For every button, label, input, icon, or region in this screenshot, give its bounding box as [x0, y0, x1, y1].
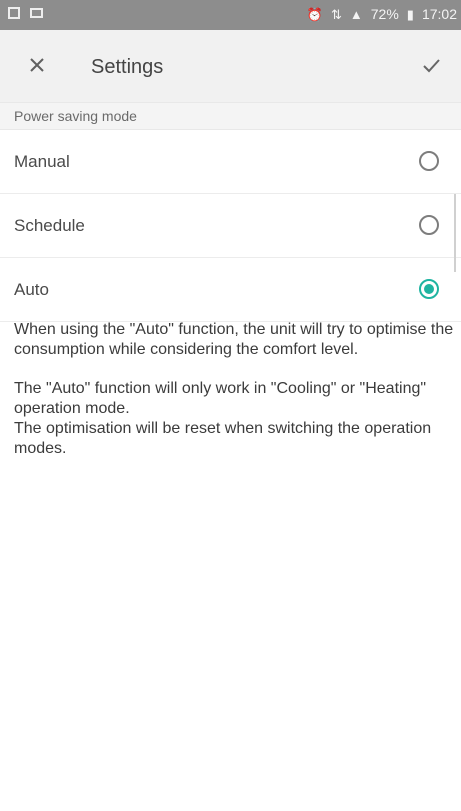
alarm-icon: ⏰	[306, 6, 323, 22]
status-bar: ⏰ ⇅ ▲ 72% ▮ 17:02	[0, 0, 461, 30]
mail-icon	[30, 8, 43, 18]
option-schedule[interactable]: Schedule	[0, 194, 461, 258]
radio-manual[interactable]	[419, 151, 439, 171]
description-paragraph-1: When using the "Auto" function, the unit…	[14, 321, 454, 358]
power-saving-options: Manual Schedule Auto	[0, 130, 461, 322]
check-icon[interactable]	[419, 53, 443, 77]
radio-auto[interactable]	[419, 279, 439, 299]
section-title: Power saving mode	[0, 102, 461, 130]
scroll-indicator	[454, 194, 456, 272]
option-manual-label: Manual	[14, 152, 70, 171]
description-paragraph-2: The "Auto" function will only work in "C…	[14, 379, 460, 459]
page-title: Settings	[91, 56, 164, 78]
radio-schedule[interactable]	[419, 215, 439, 235]
description-paragraph-2-line-1: The "Auto" function will only work in "C…	[14, 380, 427, 417]
option-auto-label: Auto	[14, 280, 49, 299]
battery-icon: ▮	[406, 6, 414, 22]
status-left-icons	[8, 7, 43, 19]
image-icon	[8, 7, 20, 19]
description: When using the "Auto" function, the unit…	[14, 320, 460, 459]
description-paragraph-2-line-2: The optimisation will be reset when swit…	[14, 420, 432, 457]
option-auto[interactable]: Auto	[0, 258, 461, 322]
battery-percent: 72%	[370, 6, 399, 22]
close-icon[interactable]	[26, 54, 48, 76]
signal-icon: ▲	[349, 6, 363, 22]
option-manual[interactable]: Manual	[0, 130, 461, 194]
option-schedule-label: Schedule	[14, 216, 85, 235]
status-right-icons: ⏰ ⇅ ▲ 72% ▮ 17:02	[307, 6, 457, 22]
header: Settings	[0, 30, 461, 102]
network-icon: ⇅	[330, 6, 342, 22]
status-time: 17:02	[421, 6, 457, 22]
